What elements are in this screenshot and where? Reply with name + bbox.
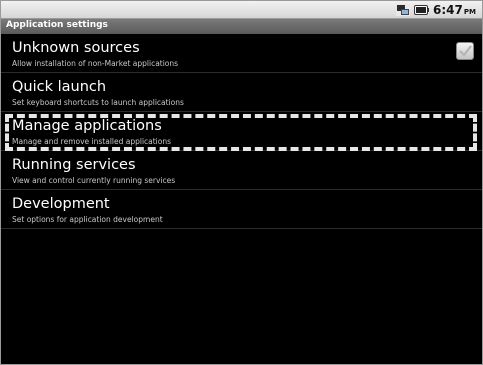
title-bar: Application settings bbox=[1, 19, 482, 34]
setting-summary: Set options for application development bbox=[12, 215, 163, 224]
setting-summary: View and control currently running servi… bbox=[12, 176, 176, 185]
setting-development[interactable]: Development Set options for application … bbox=[1, 190, 482, 229]
setting-label: Manage applications bbox=[12, 118, 162, 134]
clock-ampm: PM bbox=[463, 7, 476, 16]
setting-label: Running services bbox=[12, 157, 136, 173]
status-bar: 6:47PM bbox=[1, 1, 482, 19]
setting-summary: Manage and remove installed applications bbox=[12, 137, 172, 146]
clock: 6:47PM bbox=[433, 3, 476, 17]
setting-label: Development bbox=[12, 196, 110, 212]
setting-unknown-sources[interactable]: Unknown sources Allow installation of no… bbox=[1, 34, 482, 73]
check-icon bbox=[459, 45, 472, 57]
network-icon bbox=[396, 3, 411, 16]
android-screen: 6:47PM Application settings Unknown sour… bbox=[0, 0, 483, 365]
battery-icon bbox=[414, 4, 430, 15]
setting-summary: Allow installation of non-Market applica… bbox=[12, 59, 179, 68]
setting-label: Quick launch bbox=[12, 79, 107, 95]
page-title: Application settings bbox=[6, 20, 108, 30]
clock-time: 6:47 bbox=[433, 2, 463, 17]
status-icons: 6:47PM bbox=[396, 2, 476, 17]
unknown-sources-checkbox[interactable] bbox=[456, 42, 474, 60]
settings-list: Unknown sources Allow installation of no… bbox=[1, 34, 482, 229]
setting-running-services[interactable]: Running services View and control curren… bbox=[1, 151, 482, 190]
setting-quick-launch[interactable]: Quick launch Set keyboard shortcuts to l… bbox=[1, 73, 482, 112]
setting-summary: Set keyboard shortcuts to launch applica… bbox=[12, 98, 184, 107]
setting-manage-applications[interactable]: Manage applications Manage and remove in… bbox=[1, 112, 482, 151]
setting-label: Unknown sources bbox=[12, 40, 140, 56]
